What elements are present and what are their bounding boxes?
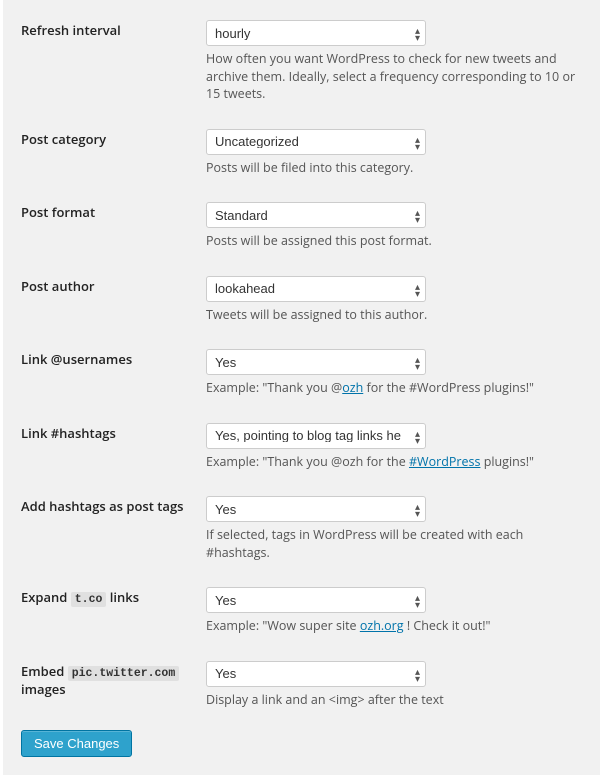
select-wrap: lookahead ▴▾ — [206, 276, 426, 302]
row-post-category: Post category Uncategorized ▴▾ Posts wil… — [21, 117, 582, 191]
refresh-interval-select[interactable]: hourly — [206, 20, 426, 46]
row-post-author: Post author lookahead ▴▾ Tweets will be … — [21, 264, 582, 338]
embed-pic-select[interactable]: Yes — [206, 661, 426, 687]
post-category-select[interactable]: Uncategorized — [206, 129, 426, 155]
select-wrap: Yes ▴▾ — [206, 661, 426, 687]
row-embed-pic: Embed pic.twitter.com images Yes ▴▾ Disp… — [21, 649, 582, 723]
select-wrap: Uncategorized ▴▾ — [206, 129, 426, 155]
row-refresh-interval: Refresh interval hourly ▴▾ How often you… — [21, 8, 582, 117]
pic-twitter-code: pic.twitter.com — [68, 666, 180, 681]
row-link-hashtags: Link #hashtags Yes, pointing to blog tag… — [21, 411, 582, 485]
row-expand-tco: Expand t.co links Yes ▴▾ Example: "Wow s… — [21, 575, 582, 649]
example-link-ozh[interactable]: ozh — [342, 379, 363, 396]
embed-pic-description: Display a link and an <img> after the te… — [206, 691, 582, 709]
select-wrap: Yes ▴▾ — [206, 349, 426, 375]
label-expand-tco: Expand t.co links — [21, 575, 206, 649]
post-format-description: Posts will be assigned this post format. — [206, 232, 582, 250]
example-link-wordpress[interactable]: #WordPress — [409, 453, 480, 470]
post-format-select[interactable]: Standard — [206, 202, 426, 228]
post-author-select[interactable]: lookahead — [206, 276, 426, 302]
select-wrap: Yes, pointing to blog tag links here ▴▾ — [206, 423, 426, 449]
row-link-usernames: Link @usernames Yes ▴▾ Example: "Thank y… — [21, 337, 582, 411]
submit-row: Save Changes — [21, 730, 582, 757]
form-table: Refresh interval hourly ▴▾ How often you… — [21, 8, 582, 722]
add-hashtags-as-tags-select[interactable]: Yes — [206, 496, 426, 522]
expand-tco-example: Example: "Wow super site ozh.org ! Check… — [206, 617, 582, 635]
select-wrap: Yes ▴▾ — [206, 587, 426, 613]
add-hashtags-as-tags-description: If selected, tags in WordPress will be c… — [206, 526, 582, 561]
tco-code: t.co — [71, 592, 107, 607]
label-link-hashtags: Link #hashtags — [21, 411, 206, 485]
label-post-author: Post author — [21, 264, 206, 338]
select-wrap: hourly ▴▾ — [206, 20, 426, 46]
post-author-description: Tweets will be assigned to this author. — [206, 306, 582, 324]
label-post-format: Post format — [21, 190, 206, 264]
label-refresh-interval: Refresh interval — [21, 8, 206, 117]
link-hashtags-select[interactable]: Yes, pointing to blog tag links here — [206, 423, 426, 449]
refresh-interval-description: How often you want WordPress to check fo… — [206, 50, 582, 103]
row-post-format: Post format Standard ▴▾ Posts will be as… — [21, 190, 582, 264]
row-add-hashtags-as-tags: Add hashtags as post tags Yes ▴▾ If sele… — [21, 484, 582, 575]
expand-tco-select[interactable]: Yes — [206, 587, 426, 613]
label-link-usernames: Link @usernames — [21, 337, 206, 411]
link-usernames-example: Example: "Thank you @ozh for the #WordPr… — [206, 379, 582, 397]
label-post-category: Post category — [21, 117, 206, 191]
link-usernames-select[interactable]: Yes — [206, 349, 426, 375]
link-hashtags-example: Example: "Thank you @ozh for the #WordPr… — [206, 453, 582, 471]
label-embed-pic: Embed pic.twitter.com images — [21, 649, 206, 723]
select-wrap: Standard ▴▾ — [206, 202, 426, 228]
example-link-ozhorg[interactable]: ozh.org — [360, 617, 404, 634]
post-category-description: Posts will be filed into this category. — [206, 159, 582, 177]
settings-form: Refresh interval hourly ▴▾ How often you… — [0, 0, 600, 775]
label-add-hashtags-as-tags: Add hashtags as post tags — [21, 484, 206, 575]
select-wrap: Yes ▴▾ — [206, 496, 426, 522]
save-changes-button[interactable]: Save Changes — [21, 730, 132, 757]
